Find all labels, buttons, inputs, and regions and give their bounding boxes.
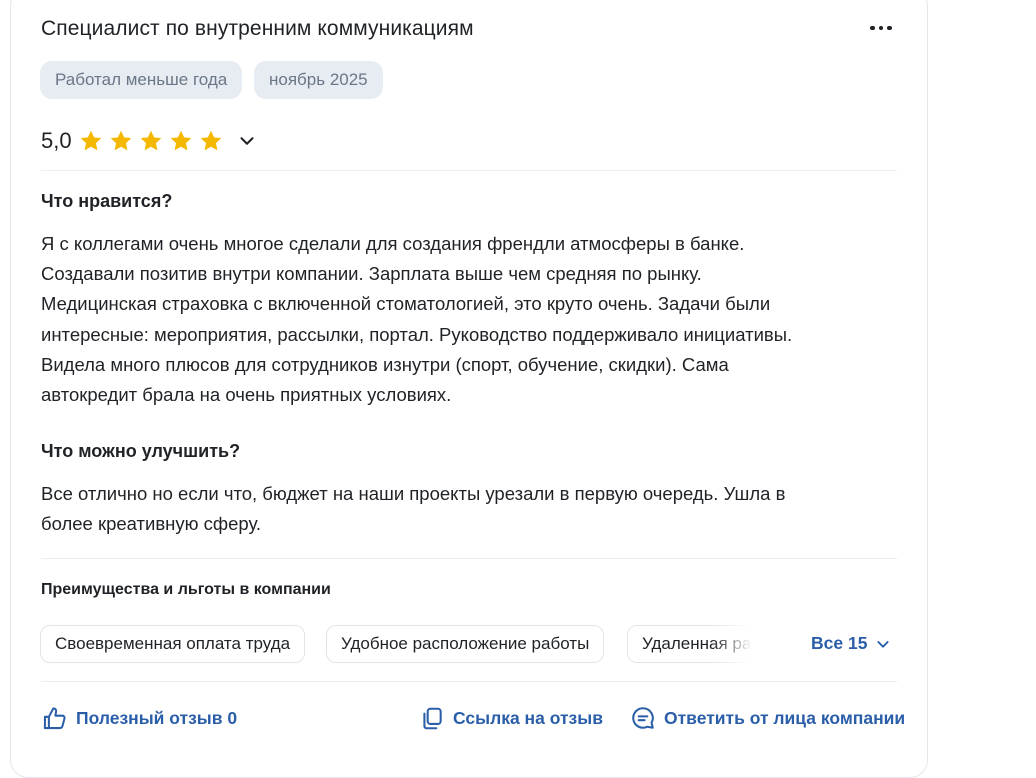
show-all-benefits-button[interactable]: Все 15	[811, 633, 891, 654]
star-icon	[170, 130, 191, 151]
useful-review-button[interactable]: Полезный отзыв 0	[41, 705, 237, 732]
review-title: Специалист по внутренним коммуникациям	[41, 17, 474, 40]
pros-text: Я с коллегами очень многое сделали для с…	[41, 229, 901, 410]
rating-value: 5,0	[41, 128, 72, 153]
thumbs-up-icon	[43, 707, 66, 730]
cons-heading: Что можно улучшить?	[41, 441, 241, 461]
pros-line: Я с коллегами очень многое сделали для с…	[41, 233, 745, 254]
show-all-label: Все 15	[811, 633, 868, 653]
reply-as-company-button[interactable]: Ответить от лица компании	[630, 705, 905, 731]
benefit-chip: Удаленная работа	[627, 625, 790, 663]
star-icon	[80, 130, 101, 151]
pros-line: Создавали позитив внутри компании. Зарпл…	[41, 263, 702, 285]
benefits-heading: Преимущества и льготы в компании	[41, 581, 331, 598]
review-link-label: Ссылка на отзыв	[453, 708, 603, 728]
pros-line: автокредит брала на очень приятных услов…	[41, 384, 452, 406]
cons-text: Все отлично но если что, бюджет на наши …	[41, 479, 901, 539]
star-icon	[200, 130, 221, 151]
rating-row: 5,0	[41, 128, 258, 154]
pros-line: Медицинская страховка с включенной стома…	[41, 293, 771, 315]
useful-review-label: Полезный отзыв 0	[76, 708, 238, 728]
chevron-down-icon	[877, 640, 890, 648]
pros-line: интересные: мероприятия, рассылки, порта…	[41, 323, 793, 345]
copy-link-icon	[423, 707, 442, 730]
review-link-button[interactable]: Ссылка на отзыв	[419, 705, 603, 732]
benefit-chip: Своевременная оплата труда	[40, 625, 306, 663]
cons-line: Все отлично но если что, бюджет на наши …	[41, 483, 786, 504]
cons-line: более креативную сферу.	[41, 513, 262, 535]
pros-line: Видела много плюсов для сотрудников изну…	[41, 353, 729, 375]
pros-heading: Что нравится?	[41, 191, 173, 211]
chat-bubble-icon	[632, 707, 654, 729]
more-dots-icon[interactable]	[866, 16, 896, 40]
divider	[41, 170, 897, 171]
benefits-chips: Своевременная оплата труда Удобное распо…	[40, 625, 790, 663]
reply-label: Ответить от лица компании	[664, 707, 906, 728]
tenure-tag: Работал меньше года	[40, 61, 243, 99]
divider	[41, 558, 897, 559]
divider	[41, 681, 897, 682]
benefit-chip: Удобное расположение работы	[326, 625, 605, 663]
date-tag: ноябрь 2025	[254, 61, 383, 99]
star-icon	[140, 130, 161, 151]
star-icon	[110, 130, 131, 151]
chevron-down-icon[interactable]	[236, 130, 258, 152]
